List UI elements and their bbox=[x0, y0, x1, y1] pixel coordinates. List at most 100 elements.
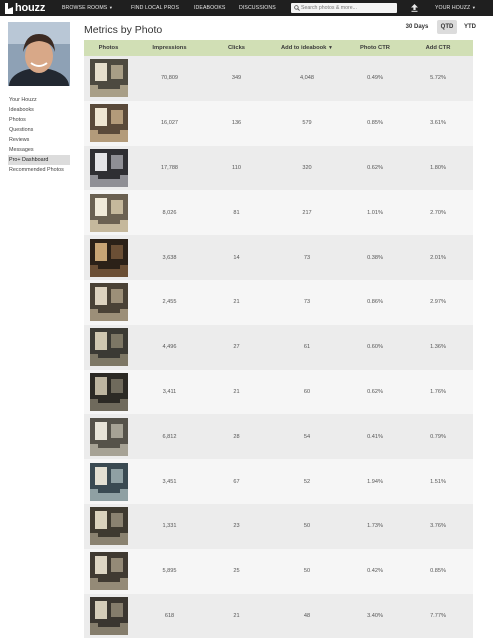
houzz-logo[interactable]: houzz bbox=[5, 2, 45, 14]
table-row: 6,812 28 54 0.41% 0.79% bbox=[84, 414, 473, 460]
clicks-cell: 21 bbox=[206, 369, 267, 415]
photo-thumbnail[interactable] bbox=[89, 238, 128, 277]
nav-ideabooks[interactable]: IDEABOOKS bbox=[194, 0, 225, 16]
search-box bbox=[291, 3, 397, 13]
table-row: 70,809 349 4,048 0.49% 5.72% bbox=[84, 56, 473, 101]
impressions-cell: 3,451 bbox=[133, 459, 206, 504]
photo-thumbnail[interactable] bbox=[89, 552, 128, 591]
nav-find-local-pros[interactable]: FIND LOCAL PROS bbox=[131, 0, 179, 16]
table-row: 16,027 136 579 0.85% 3.61% bbox=[84, 100, 473, 146]
add-ctr-cell: 2.70% bbox=[403, 190, 473, 236]
sidebar-item-ideabooks[interactable]: Ideabooks bbox=[8, 105, 70, 115]
photo-ctr-cell: 0.42% bbox=[347, 548, 403, 594]
add-to-ideabook-cell: 73 bbox=[267, 235, 347, 280]
top-nav-bar: houzz BROWSE ROOMS ▼ FIND LOCAL PROS IDE… bbox=[0, 0, 493, 16]
table-body: 70,809 349 4,048 0.49% 5.72% 16,027 136 579 0.85… bbox=[84, 56, 473, 639]
photo-cell bbox=[84, 56, 133, 101]
photo-ctr-cell: 1.94% bbox=[347, 459, 403, 504]
impressions-cell: 3,638 bbox=[133, 235, 206, 280]
nav-browse-rooms-label: BROWSE ROOMS bbox=[62, 5, 108, 11]
avatar[interactable] bbox=[8, 22, 70, 86]
photo-thumbnail[interactable] bbox=[89, 462, 128, 501]
clicks-cell: 21 bbox=[206, 279, 267, 325]
add-to-ideabook-cell: 4,048 bbox=[267, 56, 347, 101]
column-header-clicks[interactable]: Clicks bbox=[206, 40, 267, 56]
photo-thumbnail[interactable] bbox=[89, 148, 128, 187]
table-row: 8,026 81 217 1.01% 2.70% bbox=[84, 190, 473, 236]
add-ctr-cell: 1.76% bbox=[403, 369, 473, 415]
add-ctr-cell: 5.72% bbox=[403, 56, 473, 101]
photo-cell bbox=[84, 190, 133, 236]
sidebar-item-reviews[interactable]: Reviews bbox=[8, 135, 70, 145]
photo-thumbnail[interactable] bbox=[89, 193, 128, 232]
sidebar-item-recommended-photos[interactable]: Recommended Photos bbox=[8, 165, 70, 175]
add-ctr-cell: 1.36% bbox=[403, 324, 473, 370]
impressions-cell: 2,455 bbox=[133, 279, 206, 325]
impressions-cell: 70,809 bbox=[133, 56, 206, 101]
photo-thumbnail[interactable] bbox=[89, 328, 128, 367]
photo-ctr-cell: 0.86% bbox=[347, 279, 403, 325]
photo-thumbnail[interactable] bbox=[89, 596, 128, 635]
photo-thumbnail[interactable] bbox=[89, 283, 128, 322]
add-ctr-cell: 1.51% bbox=[403, 459, 473, 504]
period-tab-30-days[interactable]: 30 Days bbox=[402, 20, 432, 34]
column-header-add-to-ideabook[interactable]: Add to ideabook ▼ bbox=[267, 40, 347, 56]
photo-ctr-cell: 0.60% bbox=[347, 324, 403, 370]
clicks-cell: 81 bbox=[206, 190, 267, 236]
nav-your-houzz[interactable]: YOUR HOUZZ ▼ bbox=[435, 0, 476, 16]
table-row: 17,788 110 320 0.62% 1.80% bbox=[84, 145, 473, 191]
photo-ctr-cell: 3.40% bbox=[347, 593, 403, 639]
upload-icon[interactable] bbox=[411, 4, 418, 12]
photo-ctr-cell: 1.73% bbox=[347, 503, 403, 549]
metrics-table-container: Photos Impressions Clicks Add to ideaboo… bbox=[84, 40, 473, 639]
column-header-add-ctr[interactable]: Add CTR bbox=[403, 40, 473, 56]
photo-thumbnail[interactable] bbox=[89, 417, 128, 456]
photo-thumbnail[interactable] bbox=[89, 59, 128, 98]
sidebar-item-questions[interactable]: Questions bbox=[8, 125, 70, 135]
clicks-cell: 136 bbox=[206, 100, 267, 146]
table-row: 3,411 21 60 0.62% 1.76% bbox=[84, 369, 473, 415]
photo-cell bbox=[84, 324, 133, 370]
clicks-cell: 28 bbox=[206, 414, 267, 460]
add-ctr-cell: 7.77% bbox=[403, 593, 473, 639]
sidebar-item-photos[interactable]: Photos bbox=[8, 115, 70, 125]
nav-browse-rooms[interactable]: BROWSE ROOMS ▼ bbox=[62, 0, 113, 16]
nav-discussions[interactable]: DISCUSSIONS bbox=[239, 0, 276, 16]
chevron-down-icon: ▼ bbox=[471, 5, 476, 10]
impressions-cell: 618 bbox=[133, 593, 206, 639]
photo-cell bbox=[84, 369, 133, 415]
sidebar-item-your-houzz[interactable]: Your Houzz bbox=[8, 95, 70, 105]
add-to-ideabook-cell: 54 bbox=[267, 414, 347, 460]
add-to-ideabook-cell: 579 bbox=[267, 100, 347, 146]
photo-thumbnail[interactable] bbox=[89, 372, 128, 411]
search-input[interactable] bbox=[301, 3, 395, 13]
add-to-ideabook-cell: 60 bbox=[267, 369, 347, 415]
clicks-cell: 21 bbox=[206, 593, 267, 639]
photo-ctr-cell: 0.62% bbox=[347, 145, 403, 191]
chevron-down-icon: ▼ bbox=[108, 5, 113, 10]
column-header-photo-ctr[interactable]: Photo CTR bbox=[347, 40, 403, 56]
impressions-cell: 17,788 bbox=[133, 145, 206, 191]
search-icon[interactable] bbox=[294, 5, 300, 11]
photo-thumbnail[interactable] bbox=[89, 507, 128, 546]
sidebar-item-messages[interactable]: Messages bbox=[8, 145, 70, 155]
add-ctr-cell: 2.97% bbox=[403, 279, 473, 325]
sidebar-item-pro-dashboard[interactable]: Pro+ Dashboard bbox=[8, 155, 70, 165]
add-to-ideabook-cell: 50 bbox=[267, 503, 347, 549]
photo-ctr-cell: 0.62% bbox=[347, 369, 403, 415]
clicks-cell: 27 bbox=[206, 324, 267, 370]
add-ctr-cell: 1.80% bbox=[403, 145, 473, 191]
impressions-cell: 3,411 bbox=[133, 369, 206, 415]
add-ctr-cell: 3.76% bbox=[403, 503, 473, 549]
houzz-logo-icon bbox=[5, 2, 13, 14]
table-row: 618 21 48 3.40% 7.77% bbox=[84, 593, 473, 639]
period-tab-qtd[interactable]: QTD bbox=[437, 20, 457, 34]
column-header-impressions[interactable]: Impressions bbox=[133, 40, 206, 56]
table-row: 2,455 21 73 0.86% 2.97% bbox=[84, 279, 473, 325]
column-header-photos: Photos bbox=[84, 40, 133, 56]
photo-thumbnail[interactable] bbox=[89, 104, 128, 143]
photo-cell bbox=[84, 593, 133, 639]
table-header-row: Photos Impressions Clicks Add to ideaboo… bbox=[84, 40, 473, 56]
period-tab-ytd[interactable]: YTD bbox=[460, 20, 480, 34]
impressions-cell: 8,026 bbox=[133, 190, 206, 236]
